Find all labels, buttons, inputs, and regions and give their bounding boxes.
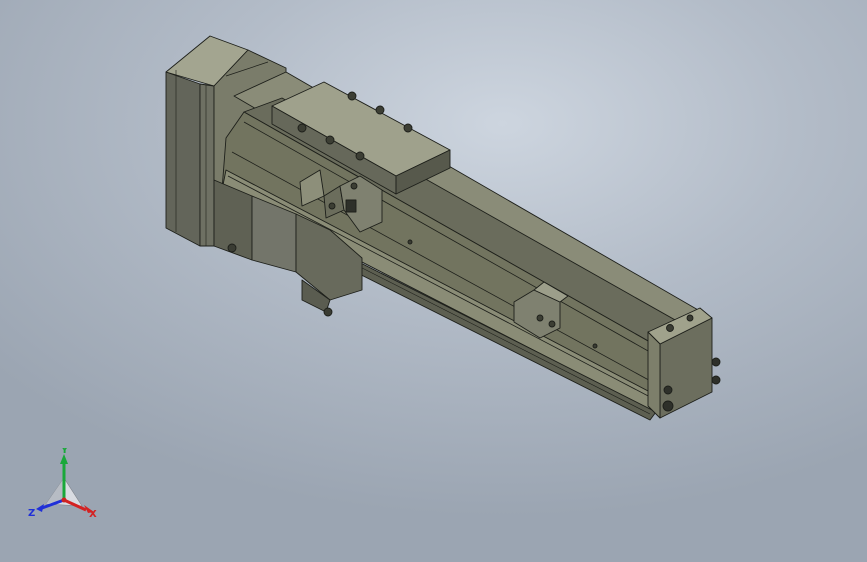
triad-origin: [61, 497, 67, 503]
linear-actuator-model[interactable]: [0, 0, 867, 562]
y-axis-label: Y: [60, 448, 69, 456]
z-axis-label: Z: [28, 508, 35, 519]
orientation-triad: Y X Z: [28, 448, 97, 520]
z-axis-arrow: [36, 504, 44, 512]
x-axis-label: X: [89, 509, 97, 520]
cad-viewport[interactable]: Y X Z: [0, 0, 867, 562]
